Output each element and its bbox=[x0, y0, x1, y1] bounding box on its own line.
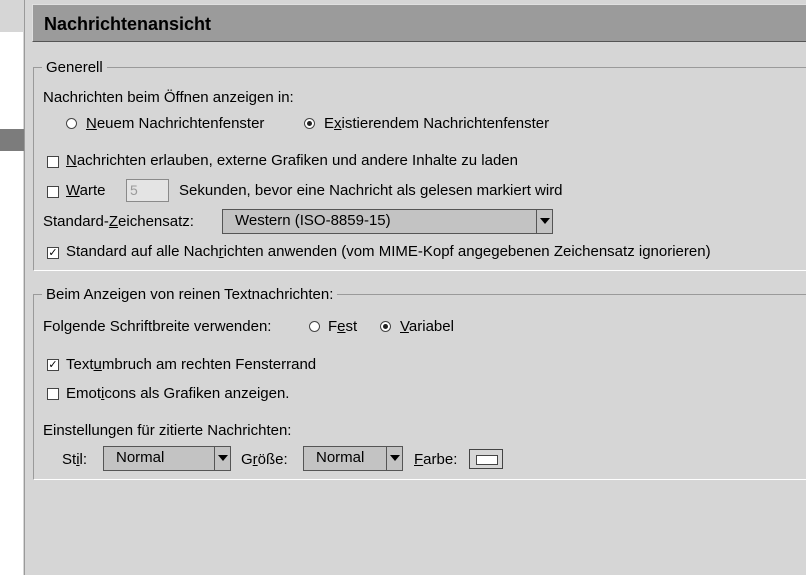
wait-label[interactable]: Warte bbox=[66, 182, 105, 199]
color-picker-button[interactable] bbox=[469, 449, 503, 469]
chevron-down-icon[interactable] bbox=[536, 210, 552, 233]
emoticons-label[interactable]: Emoticons als Grafiken anzeigen. bbox=[66, 385, 289, 402]
wrap-checkbox[interactable]: ✓ bbox=[47, 359, 59, 371]
allow-remote-checkbox[interactable] bbox=[47, 156, 59, 168]
allow-remote-label[interactable]: Nachrichten erlauben, externe Grafiken u… bbox=[66, 152, 518, 169]
left-pane-list[interactable] bbox=[0, 32, 23, 575]
wait-suffix-label: Sekunden, bevor eine Nachricht als geles… bbox=[179, 182, 563, 199]
chevron-down-icon[interactable] bbox=[214, 447, 230, 470]
radio-variable-width-label[interactable]: Variabel bbox=[400, 318, 454, 335]
quoted-settings-label: Einstellungen für zitierte Nachrichten: bbox=[43, 422, 292, 439]
wrap-label[interactable]: Textumbruch am rechten Fensterrand bbox=[66, 356, 316, 373]
size-select[interactable]: Normal bbox=[303, 446, 403, 471]
emoticons-checkbox[interactable] bbox=[47, 388, 59, 400]
left-pane bbox=[0, 0, 25, 575]
charset-select[interactable]: Western (ISO-8859-15) bbox=[222, 209, 553, 234]
radio-new-window[interactable] bbox=[66, 118, 77, 129]
apply-default-label[interactable]: Standard auf alle Nachrichten anwenden (… bbox=[66, 243, 711, 260]
apply-default-checkbox[interactable]: ✓ bbox=[47, 247, 59, 259]
left-pane-selected-item[interactable] bbox=[0, 129, 24, 151]
font-width-label: Folgende Schriftbreite verwenden: bbox=[43, 318, 272, 335]
charset-select-value: Western (ISO-8859-15) bbox=[235, 212, 391, 229]
style-select[interactable]: Normal bbox=[103, 446, 231, 471]
page-title: Nachrichtenansicht bbox=[44, 14, 212, 34]
radio-existing-window-label[interactable]: Existierendem Nachrichtenfenster bbox=[324, 115, 549, 132]
charset-label: Standard-Zeichensatz: bbox=[43, 213, 194, 230]
radio-new-window-label[interactable]: Neuem Nachrichtenfenster bbox=[86, 115, 264, 132]
open-in-label: Nachrichten beim Öffnen anzeigen in: bbox=[43, 89, 294, 106]
wait-seconds-input[interactable]: 5 bbox=[126, 179, 169, 202]
color-label: Farbe: bbox=[414, 451, 458, 468]
plain-legend: Beim Anzeigen von reinen Textnachrichten… bbox=[42, 286, 338, 303]
wait-checkbox[interactable] bbox=[47, 186, 59, 198]
size-label: Größe: bbox=[241, 451, 288, 468]
radio-existing-window[interactable] bbox=[304, 118, 315, 129]
size-select-value: Normal bbox=[316, 449, 365, 466]
chevron-down-icon[interactable] bbox=[386, 447, 402, 470]
radio-fixed-width-label[interactable]: Fest bbox=[328, 318, 357, 335]
style-select-value: Normal bbox=[116, 449, 165, 466]
page-header: Nachrichtenansicht bbox=[32, 4, 806, 42]
radio-variable-width[interactable] bbox=[380, 321, 391, 332]
generell-legend: Generell bbox=[42, 59, 107, 76]
radio-fixed-width[interactable] bbox=[309, 321, 320, 332]
style-label: Stil: bbox=[62, 451, 88, 468]
